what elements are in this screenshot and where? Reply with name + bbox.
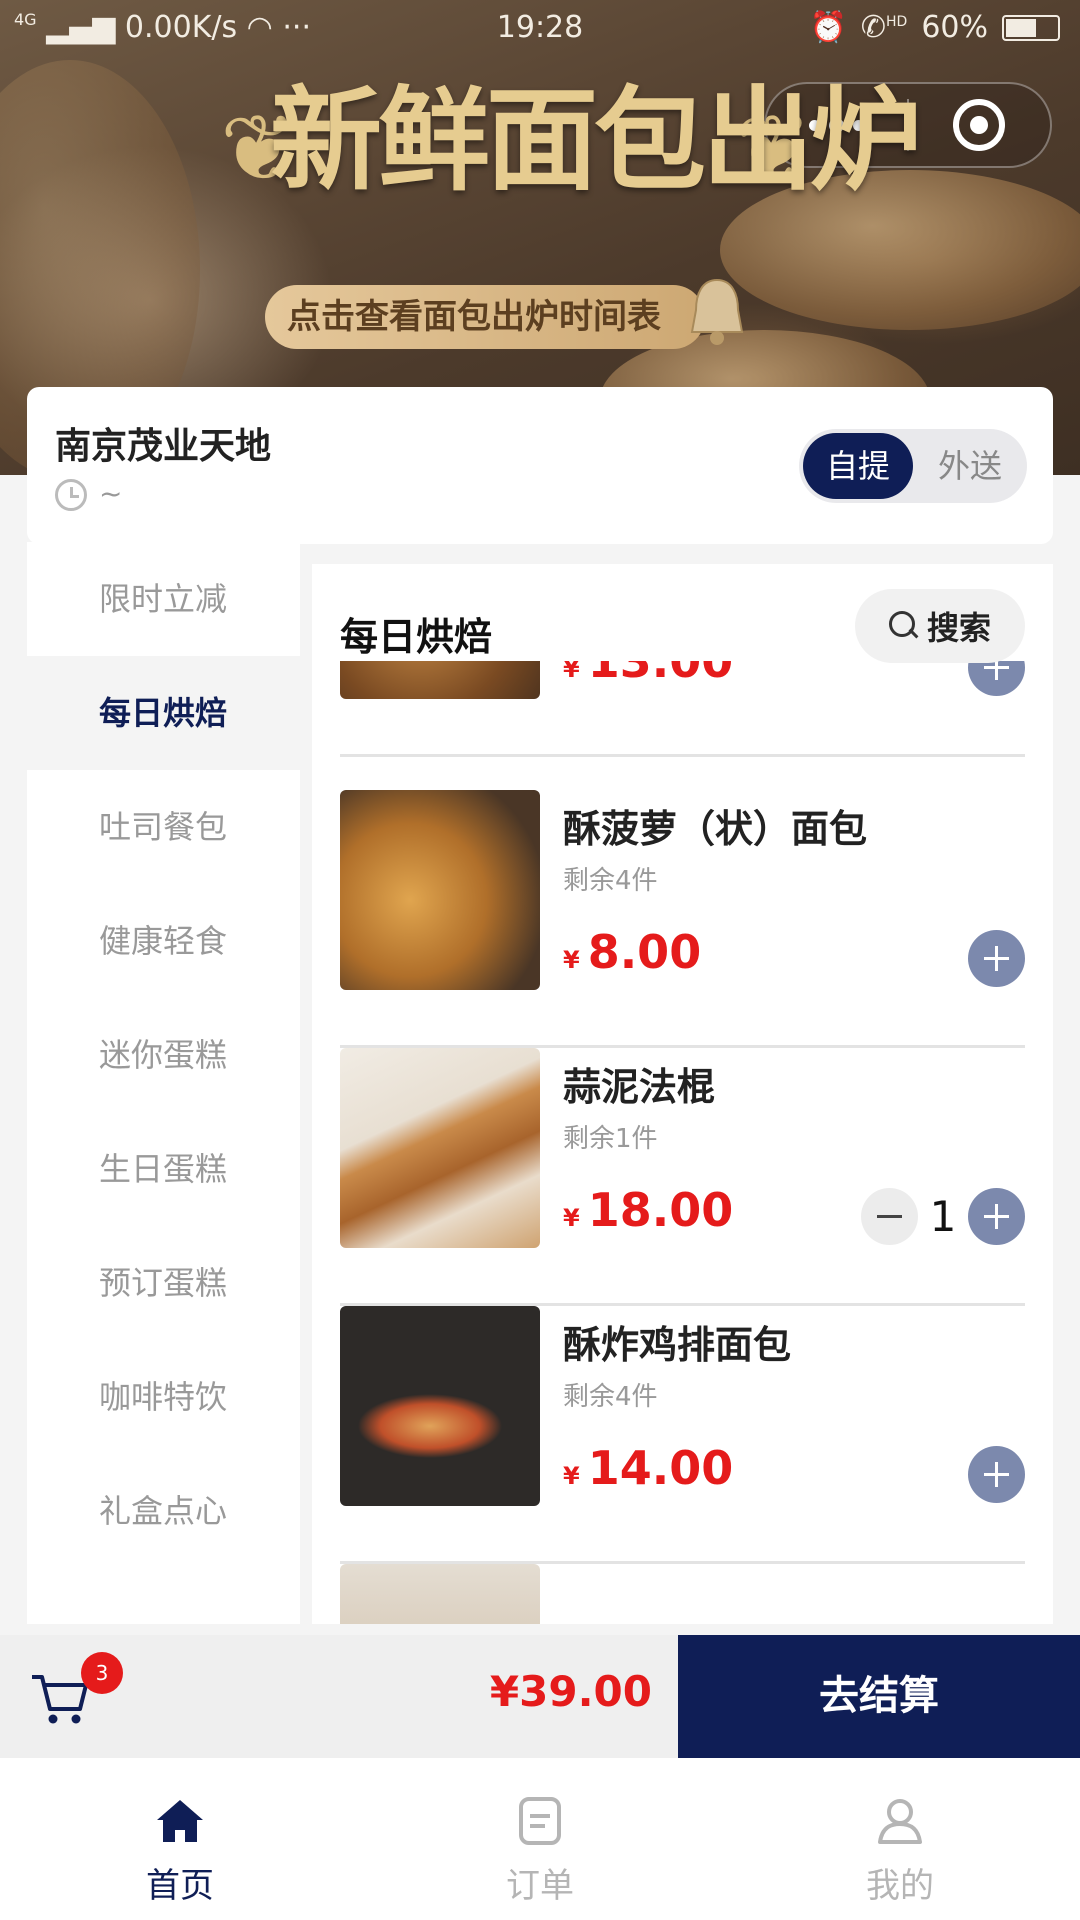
- category-item[interactable]: 健康轻食: [27, 884, 300, 998]
- clock-icon: [55, 479, 87, 511]
- battery-icon: [1002, 14, 1060, 41]
- product-price: ¥8.00: [563, 925, 702, 979]
- list-title: 每日烘焙: [340, 615, 493, 659]
- pickup-option[interactable]: 自提: [803, 433, 913, 499]
- search-icon: [888, 611, 919, 641]
- product-stock: 剩余1件: [563, 1124, 658, 1154]
- tab-profile[interactable]: 我的: [720, 1758, 1080, 1920]
- tab-label: 订单: [506, 1866, 574, 1906]
- category-item[interactable]: 咖啡特饮: [27, 1340, 300, 1454]
- banner-title: 新鲜面包出炉: [270, 75, 922, 206]
- item-divider: [340, 754, 1025, 757]
- search-button[interactable]: 搜索: [855, 589, 1025, 663]
- product-image: [340, 790, 540, 990]
- status-bar: 4G ▂▄▆ 0.00K/s ◠ ··· 19:28 ⏰ ✆HD 60%: [0, 0, 1080, 56]
- category-item[interactable]: 预订蛋糕: [27, 1226, 300, 1340]
- product-stock: 剩余4件: [563, 1382, 658, 1412]
- store-hours: ~: [99, 477, 123, 510]
- product-name: 蒜泥法棍: [563, 1065, 716, 1109]
- app-screen: 4G ▂▄▆ 0.00K/s ◠ ··· 19:28 ⏰ ✆HD 60% ❦ ❦…: [0, 0, 1080, 1920]
- product-item[interactable]: 蒜泥法棍 剩余1件 ¥18.00 1: [340, 1048, 1025, 1306]
- product-image: [340, 1048, 540, 1248]
- tab-label: 我的: [866, 1866, 934, 1906]
- status-right: ⏰ ✆HD 60%: [809, 10, 1060, 45]
- call-hd-icon: ✆HD: [860, 10, 908, 45]
- order-icon: [519, 1797, 561, 1845]
- bottom-tabbar: 首页 订单 我的: [0, 1758, 1080, 1920]
- remove-from-cart-button[interactable]: [861, 1188, 918, 1245]
- search-label: 搜索: [926, 609, 991, 647]
- bell-icon: [690, 278, 744, 345]
- product-image: [340, 1306, 540, 1506]
- store-name[interactable]: 南京茂业天地: [55, 417, 271, 469]
- category-item[interactable]: 迷你蛋糕: [27, 998, 300, 1112]
- checkout-button[interactable]: 去结算: [678, 1635, 1080, 1758]
- list-header: 每日烘焙 搜索: [312, 564, 1053, 663]
- tab-orders[interactable]: 订单: [360, 1758, 720, 1920]
- profile-icon: [878, 1799, 922, 1844]
- product-list: ¥13.00 每日烘焙 搜索 酥菠萝（状）面包 剩余4件 ¥8.00 蒜泥法棍 …: [312, 564, 1053, 1624]
- product-price: ¥18.00: [563, 1183, 734, 1237]
- tab-home[interactable]: 首页: [0, 1758, 360, 1920]
- product-item[interactable]: 酥炸鸡排面包 剩余4件 ¥14.00: [340, 1306, 1025, 1564]
- add-to-cart-button[interactable]: [968, 1446, 1025, 1503]
- add-to-cart-button[interactable]: [968, 1188, 1025, 1245]
- category-item[interactable]: 吐司餐包: [27, 770, 300, 884]
- home-icon: [157, 1800, 203, 1842]
- category-sidebar: 限时立减 每日烘焙 吐司餐包 健康轻食 迷你蛋糕 生日蛋糕 预订蛋糕 咖啡特饮 …: [27, 542, 300, 1624]
- delivery-option[interactable]: 外送: [917, 433, 1023, 499]
- store-card: 南京茂业天地 ~ 自提 外送: [27, 387, 1053, 544]
- tab-label: 首页: [146, 1866, 214, 1906]
- delivery-mode-toggle: 自提 外送: [799, 429, 1027, 503]
- add-to-cart-button[interactable]: [968, 930, 1025, 987]
- target-icon: [953, 99, 1006, 151]
- alarm-icon: ⏰: [809, 10, 847, 45]
- category-item-active[interactable]: 每日烘焙: [27, 656, 300, 770]
- cart-count-badge: 3: [81, 1652, 123, 1694]
- product-price: ¥14.00: [563, 1441, 734, 1495]
- product-stock: 剩余4件: [563, 866, 658, 896]
- category-item[interactable]: 礼盒点心: [27, 1454, 300, 1568]
- close-miniprogram-button[interactable]: [909, 84, 1050, 166]
- bake-schedule-link[interactable]: 点击查看面包出炉时间表: [265, 285, 705, 349]
- category-item[interactable]: 限时立减: [27, 542, 300, 656]
- product-item[interactable]: 酥菠萝（状）面包 剩余4件 ¥8.00: [340, 790, 1025, 1048]
- category-item[interactable]: 生日蛋糕: [27, 1112, 300, 1226]
- item-quantity: 1: [929, 1192, 957, 1241]
- battery-percent: 60%: [921, 10, 988, 45]
- cart-total: ¥39.00: [489, 1667, 652, 1716]
- cart-bar: 3 ¥39.00 去结算: [0, 1635, 1080, 1758]
- product-name: 酥菠萝（状）面包: [563, 807, 868, 851]
- product-name: 酥炸鸡排面包: [563, 1323, 792, 1367]
- product-image: [340, 1564, 540, 1624]
- product-item[interactable]: [340, 1564, 1025, 1624]
